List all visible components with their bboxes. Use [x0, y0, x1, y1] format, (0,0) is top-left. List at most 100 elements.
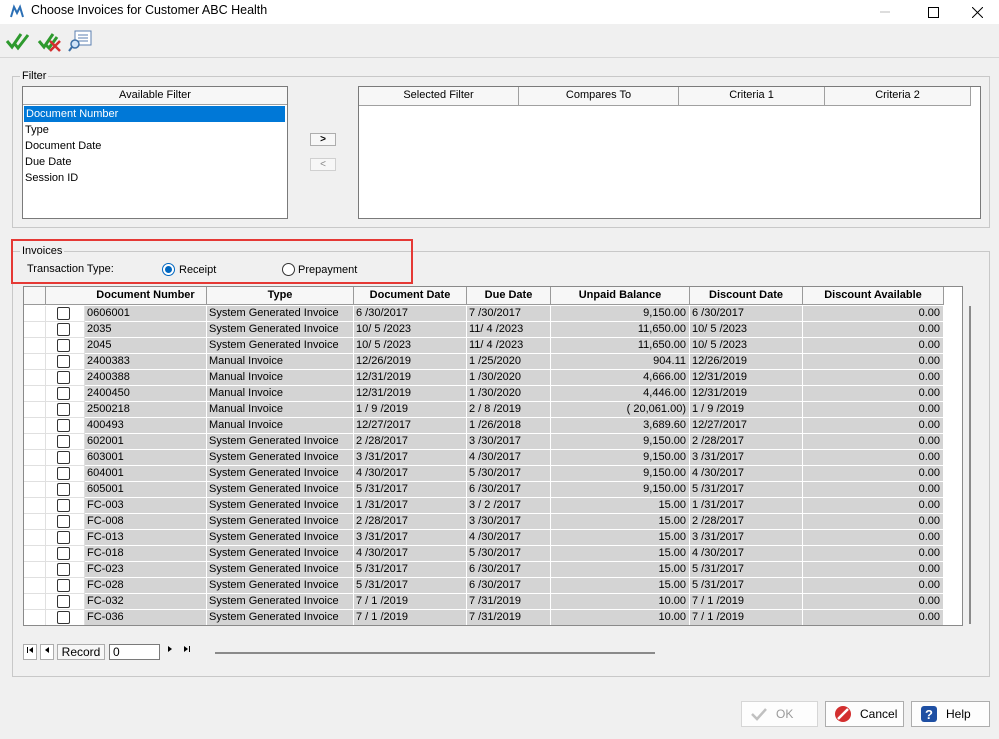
- row-checkbox[interactable]: [57, 531, 70, 544]
- row-checkbox[interactable]: [57, 579, 70, 592]
- table-row[interactable]: FC-018 System Generated Invoice 4 /30/2017…: [24, 546, 962, 562]
- table-row[interactable]: FC-032 System Generated Invoice 7 / 1 /201…: [24, 594, 962, 610]
- row-selector[interactable]: [24, 562, 46, 578]
- table-row[interactable]: 2400388 Manual Invoice 12/31/2019 1 /30/202…: [24, 370, 962, 386]
- selected-filter-column[interactable]: Selected Filter: [359, 87, 519, 105]
- row-checkbox[interactable]: [57, 307, 70, 320]
- table-row[interactable]: 602001 System Generated Invoice 2 /28/2017…: [24, 434, 962, 450]
- maximize-button[interactable]: [910, 0, 956, 24]
- row-selector[interactable]: [24, 610, 46, 625]
- row-selector[interactable]: [24, 498, 46, 514]
- table-row[interactable]: 604001 System Generated Invoice 4 /30/2017…: [24, 466, 962, 482]
- table-row[interactable]: FC-013 System Generated Invoice 3 /31/2017…: [24, 530, 962, 546]
- row-selector[interactable]: [24, 514, 46, 530]
- add-filter-button[interactable]: >: [310, 133, 336, 146]
- row-checkbox[interactable]: [57, 403, 70, 416]
- column-document-date[interactable]: Document Date: [354, 287, 467, 305]
- row-checkbox[interactable]: [57, 419, 70, 432]
- row-selector[interactable]: [24, 386, 46, 402]
- row-selector[interactable]: [24, 418, 46, 434]
- receipt-label[interactable]: Receipt: [179, 264, 216, 276]
- row-selector[interactable]: [24, 530, 46, 546]
- clear-all-button[interactable]: [37, 29, 63, 53]
- row-checkbox[interactable]: [57, 595, 70, 608]
- minimize-button[interactable]: [862, 0, 908, 24]
- row-checkbox[interactable]: [57, 323, 70, 336]
- previous-record-button[interactable]: [40, 644, 54, 660]
- row-checkbox[interactable]: [57, 371, 70, 384]
- table-row[interactable]: 2500218 Manual Invoice 1 / 9 /2019 2 / 8 /2…: [24, 402, 962, 418]
- column-type[interactable]: Type: [207, 287, 354, 305]
- row-selector[interactable]: [24, 354, 46, 370]
- row-checkbox[interactable]: [57, 387, 70, 400]
- column-unpaid-balance[interactable]: Unpaid Balance: [551, 287, 690, 305]
- row-selector[interactable]: [24, 322, 46, 338]
- cancel-button[interactable]: Cancel: [825, 701, 904, 727]
- table-row[interactable]: 2400383 Manual Invoice 12/26/2019 1 /25/202…: [24, 354, 962, 370]
- compares-to-column[interactable]: Compares To: [519, 87, 679, 105]
- row-checkbox[interactable]: [57, 435, 70, 448]
- close-button[interactable]: [954, 0, 999, 24]
- row-selector[interactable]: [24, 594, 46, 610]
- row-checkbox[interactable]: [57, 563, 70, 576]
- row-checkbox[interactable]: [57, 499, 70, 512]
- table-row[interactable]: 2400450 Manual Invoice 12/31/2019 1 /30/202…: [24, 386, 962, 402]
- table-row[interactable]: 2045 System Generated Invoice 10/ 5 /2023 1…: [24, 338, 962, 354]
- row-checkbox[interactable]: [57, 547, 70, 560]
- row-selector[interactable]: [24, 338, 46, 354]
- column-document-number[interactable]: Document Number: [85, 287, 207, 305]
- column-due-date[interactable]: Due Date: [467, 287, 551, 305]
- table-row[interactable]: 400493 Manual Invoice 12/27/2017 1 /26/2018…: [24, 418, 962, 434]
- row-selector[interactable]: [24, 306, 46, 322]
- row-selector[interactable]: [24, 466, 46, 482]
- row-selector[interactable]: [24, 450, 46, 466]
- prepayment-label[interactable]: Prepayment: [298, 264, 357, 276]
- table-row[interactable]: FC-023 System Generated Invoice 5 /31/2017…: [24, 562, 962, 578]
- prepayment-radio[interactable]: [282, 263, 295, 276]
- row-selector[interactable]: [24, 482, 46, 498]
- row-checkbox[interactable]: [57, 467, 70, 480]
- preview-button[interactable]: [68, 29, 94, 53]
- selected-filter-grid[interactable]: Selected Filter Compares To Criteria 1 C…: [358, 86, 981, 219]
- table-row[interactable]: 2035 System Generated Invoice 10/ 5 /2023 1…: [24, 322, 962, 338]
- row-selector[interactable]: [24, 370, 46, 386]
- criteria-2-column[interactable]: Criteria 2: [825, 87, 971, 105]
- filter-item-session-id[interactable]: Session ID: [23, 170, 287, 186]
- vertical-scrollbar[interactable]: [969, 306, 971, 624]
- horizontal-scrollbar[interactable]: [215, 652, 655, 654]
- next-record-button[interactable]: [163, 644, 177, 660]
- first-record-button[interactable]: [23, 644, 37, 660]
- row-selector[interactable]: [24, 546, 46, 562]
- receipt-radio[interactable]: [162, 263, 175, 276]
- column-discount-available[interactable]: Discount Available: [803, 287, 944, 305]
- table-row[interactable]: 603001 System Generated Invoice 3 /31/2017…: [24, 450, 962, 466]
- select-all-button[interactable]: [5, 29, 31, 53]
- last-record-button[interactable]: [180, 644, 194, 660]
- help-button[interactable]: ? Help: [911, 701, 990, 727]
- row-checkbox[interactable]: [57, 451, 70, 464]
- criteria-1-column[interactable]: Criteria 1: [679, 87, 825, 105]
- row-selector[interactable]: [24, 578, 46, 594]
- available-filter-list[interactable]: Available Filter Document Number Type Do…: [22, 86, 288, 219]
- row-checkbox[interactable]: [57, 339, 70, 352]
- row-checkbox[interactable]: [57, 611, 70, 624]
- record-number-input[interactable]: 0: [109, 644, 160, 660]
- table-row[interactable]: FC-008 System Generated Invoice 2 /28/2017…: [24, 514, 962, 530]
- table-row[interactable]: FC-003 System Generated Invoice 1 /31/2017…: [24, 498, 962, 514]
- filter-item-document-date[interactable]: Document Date: [23, 138, 287, 154]
- filter-item-document-number[interactable]: Document Number: [24, 106, 285, 122]
- table-row[interactable]: FC-036 System Generated Invoice 7 / 1 /201…: [24, 610, 962, 625]
- table-row[interactable]: FC-028 System Generated Invoice 5 /31/2017…: [24, 578, 962, 594]
- row-checkbox[interactable]: [57, 483, 70, 496]
- filter-item-type[interactable]: Type: [23, 122, 287, 138]
- row-selector[interactable]: [24, 434, 46, 450]
- remove-filter-button[interactable]: <: [310, 158, 336, 171]
- filter-item-due-date[interactable]: Due Date: [23, 154, 287, 170]
- invoices-grid[interactable]: Document Number Type Document Date Due D…: [23, 286, 963, 626]
- column-discount-date[interactable]: Discount Date: [690, 287, 803, 305]
- row-selector[interactable]: [24, 402, 46, 418]
- row-checkbox[interactable]: [57, 355, 70, 368]
- table-row[interactable]: 605001 System Generated Invoice 5 /31/2017…: [24, 482, 962, 498]
- ok-button[interactable]: OK: [741, 701, 818, 727]
- row-checkbox[interactable]: [57, 515, 70, 528]
